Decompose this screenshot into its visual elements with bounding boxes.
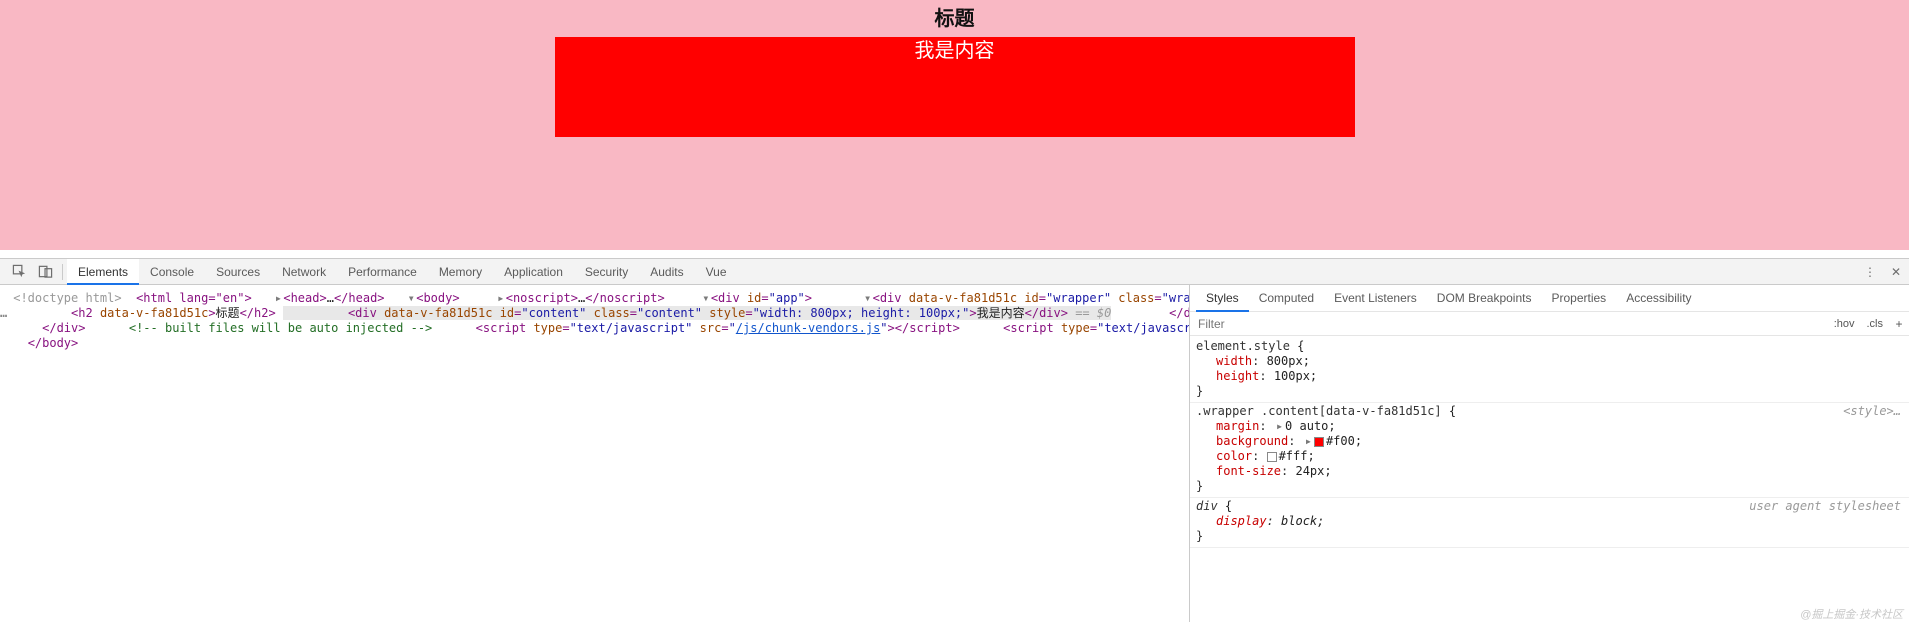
tab-application[interactable]: Application xyxy=(493,259,574,285)
devtools-main-tabs: ElementsConsoleSourcesNetworkPerformance… xyxy=(0,259,1909,285)
devtools: ElementsConsoleSourcesNetworkPerformance… xyxy=(0,258,1909,622)
more-icon[interactable]: ⋮ xyxy=(1857,259,1883,285)
hov-toggle[interactable]: :hov xyxy=(1828,318,1861,330)
inspect-element-icon[interactable] xyxy=(6,259,32,285)
tab-audits[interactable]: Audits xyxy=(639,259,694,285)
tab-memory[interactable]: Memory xyxy=(428,259,493,285)
cls-toggle[interactable]: .cls xyxy=(1861,318,1890,330)
close-devtools-icon[interactable]: ✕ xyxy=(1883,259,1909,285)
device-toolbar-icon[interactable] xyxy=(32,259,58,285)
tab-security[interactable]: Security xyxy=(574,259,639,285)
styles-pane: StylesComputedEvent ListenersDOM Breakpo… xyxy=(1189,285,1909,622)
rendered-page: 标题 我是内容 xyxy=(0,0,1909,258)
wrapper: 标题 我是内容 xyxy=(0,0,1909,250)
sub-tab-accessibility[interactable]: Accessibility xyxy=(1616,285,1701,312)
sub-tab-computed[interactable]: Computed xyxy=(1249,285,1324,312)
page-title: 标题 xyxy=(0,0,1909,31)
tab-elements[interactable]: Elements xyxy=(67,259,139,285)
new-style-rule-icon[interactable]: + xyxy=(1889,317,1909,331)
sub-tab-event-listeners[interactable]: Event Listeners xyxy=(1324,285,1427,312)
styles-filter-input[interactable] xyxy=(1190,317,1828,331)
sub-tab-dom-breakpoints[interactable]: DOM Breakpoints xyxy=(1427,285,1542,312)
dom-tree[interactable]: <!doctype html> <html lang="en"> ▸<head>… xyxy=(0,285,1189,622)
divider xyxy=(62,264,63,280)
sub-tab-properties[interactable]: Properties xyxy=(1541,285,1616,312)
tab-console[interactable]: Console xyxy=(139,259,205,285)
tab-vue[interactable]: Vue xyxy=(695,259,738,285)
content-box: 我是内容 xyxy=(555,37,1355,137)
styles-sub-tabs: StylesComputedEvent ListenersDOM Breakpo… xyxy=(1190,285,1909,312)
tab-performance[interactable]: Performance xyxy=(337,259,428,285)
tab-network[interactable]: Network xyxy=(271,259,337,285)
sub-tab-styles[interactable]: Styles xyxy=(1196,285,1249,312)
tab-sources[interactable]: Sources xyxy=(205,259,271,285)
rules-list[interactable]: element.style {width: 800px;height: 100p… xyxy=(1190,336,1909,622)
